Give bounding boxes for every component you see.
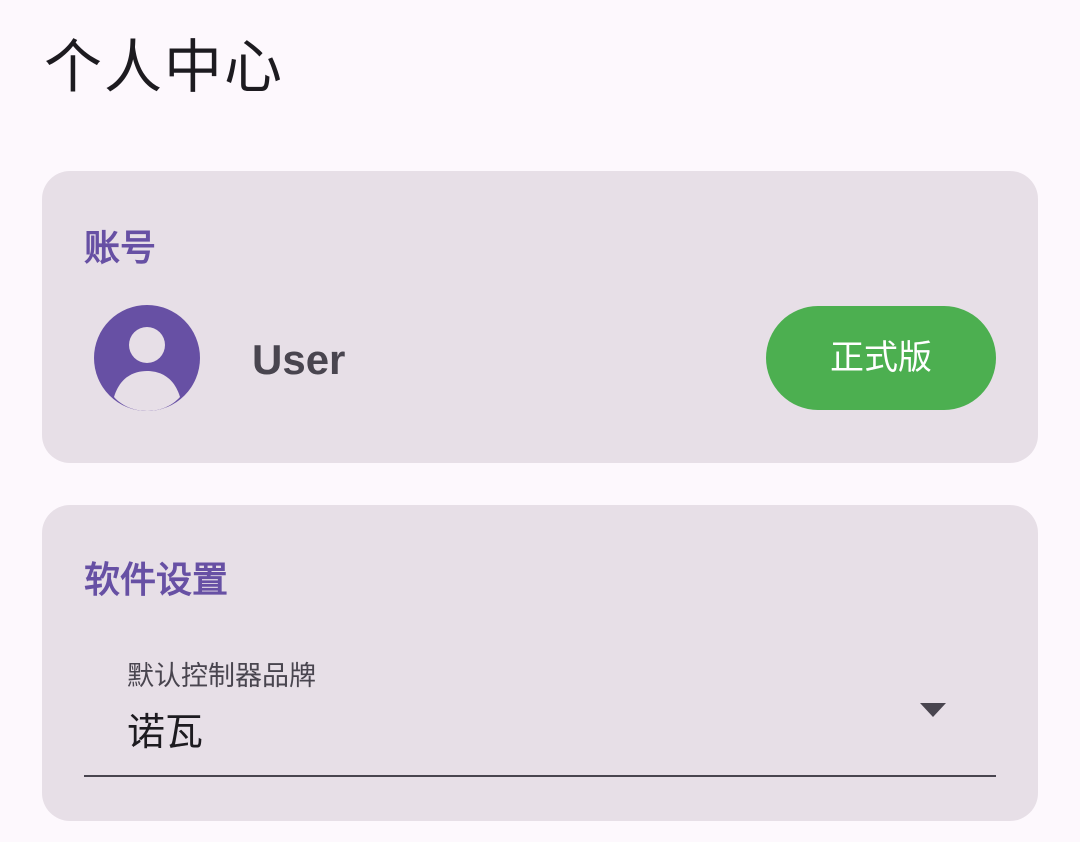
edition-button[interactable]: 正式版 [766,306,996,410]
account-card: 账号 User 正式版 [42,171,1038,463]
controller-brand-dropdown[interactable]: 默认控制器品牌 诺瓦 [84,649,996,777]
account-section-title: 账号 [84,228,157,269]
dropdown-underline [84,775,996,777]
username: User [252,336,346,383]
controller-brand-label: 默认控制器品牌 [127,661,316,692]
settings-section-title: 软件设置 [84,560,229,601]
settings-card: 软件设置 默认控制器品牌 诺瓦 [42,505,1038,821]
account-circle-icon [94,305,200,411]
controller-brand-value: 诺瓦 [127,710,204,754]
avatar[interactable] [94,305,200,411]
dropdown-arrow-icon[interactable] [920,703,946,717]
page-title: 个人中心 [44,33,285,101]
